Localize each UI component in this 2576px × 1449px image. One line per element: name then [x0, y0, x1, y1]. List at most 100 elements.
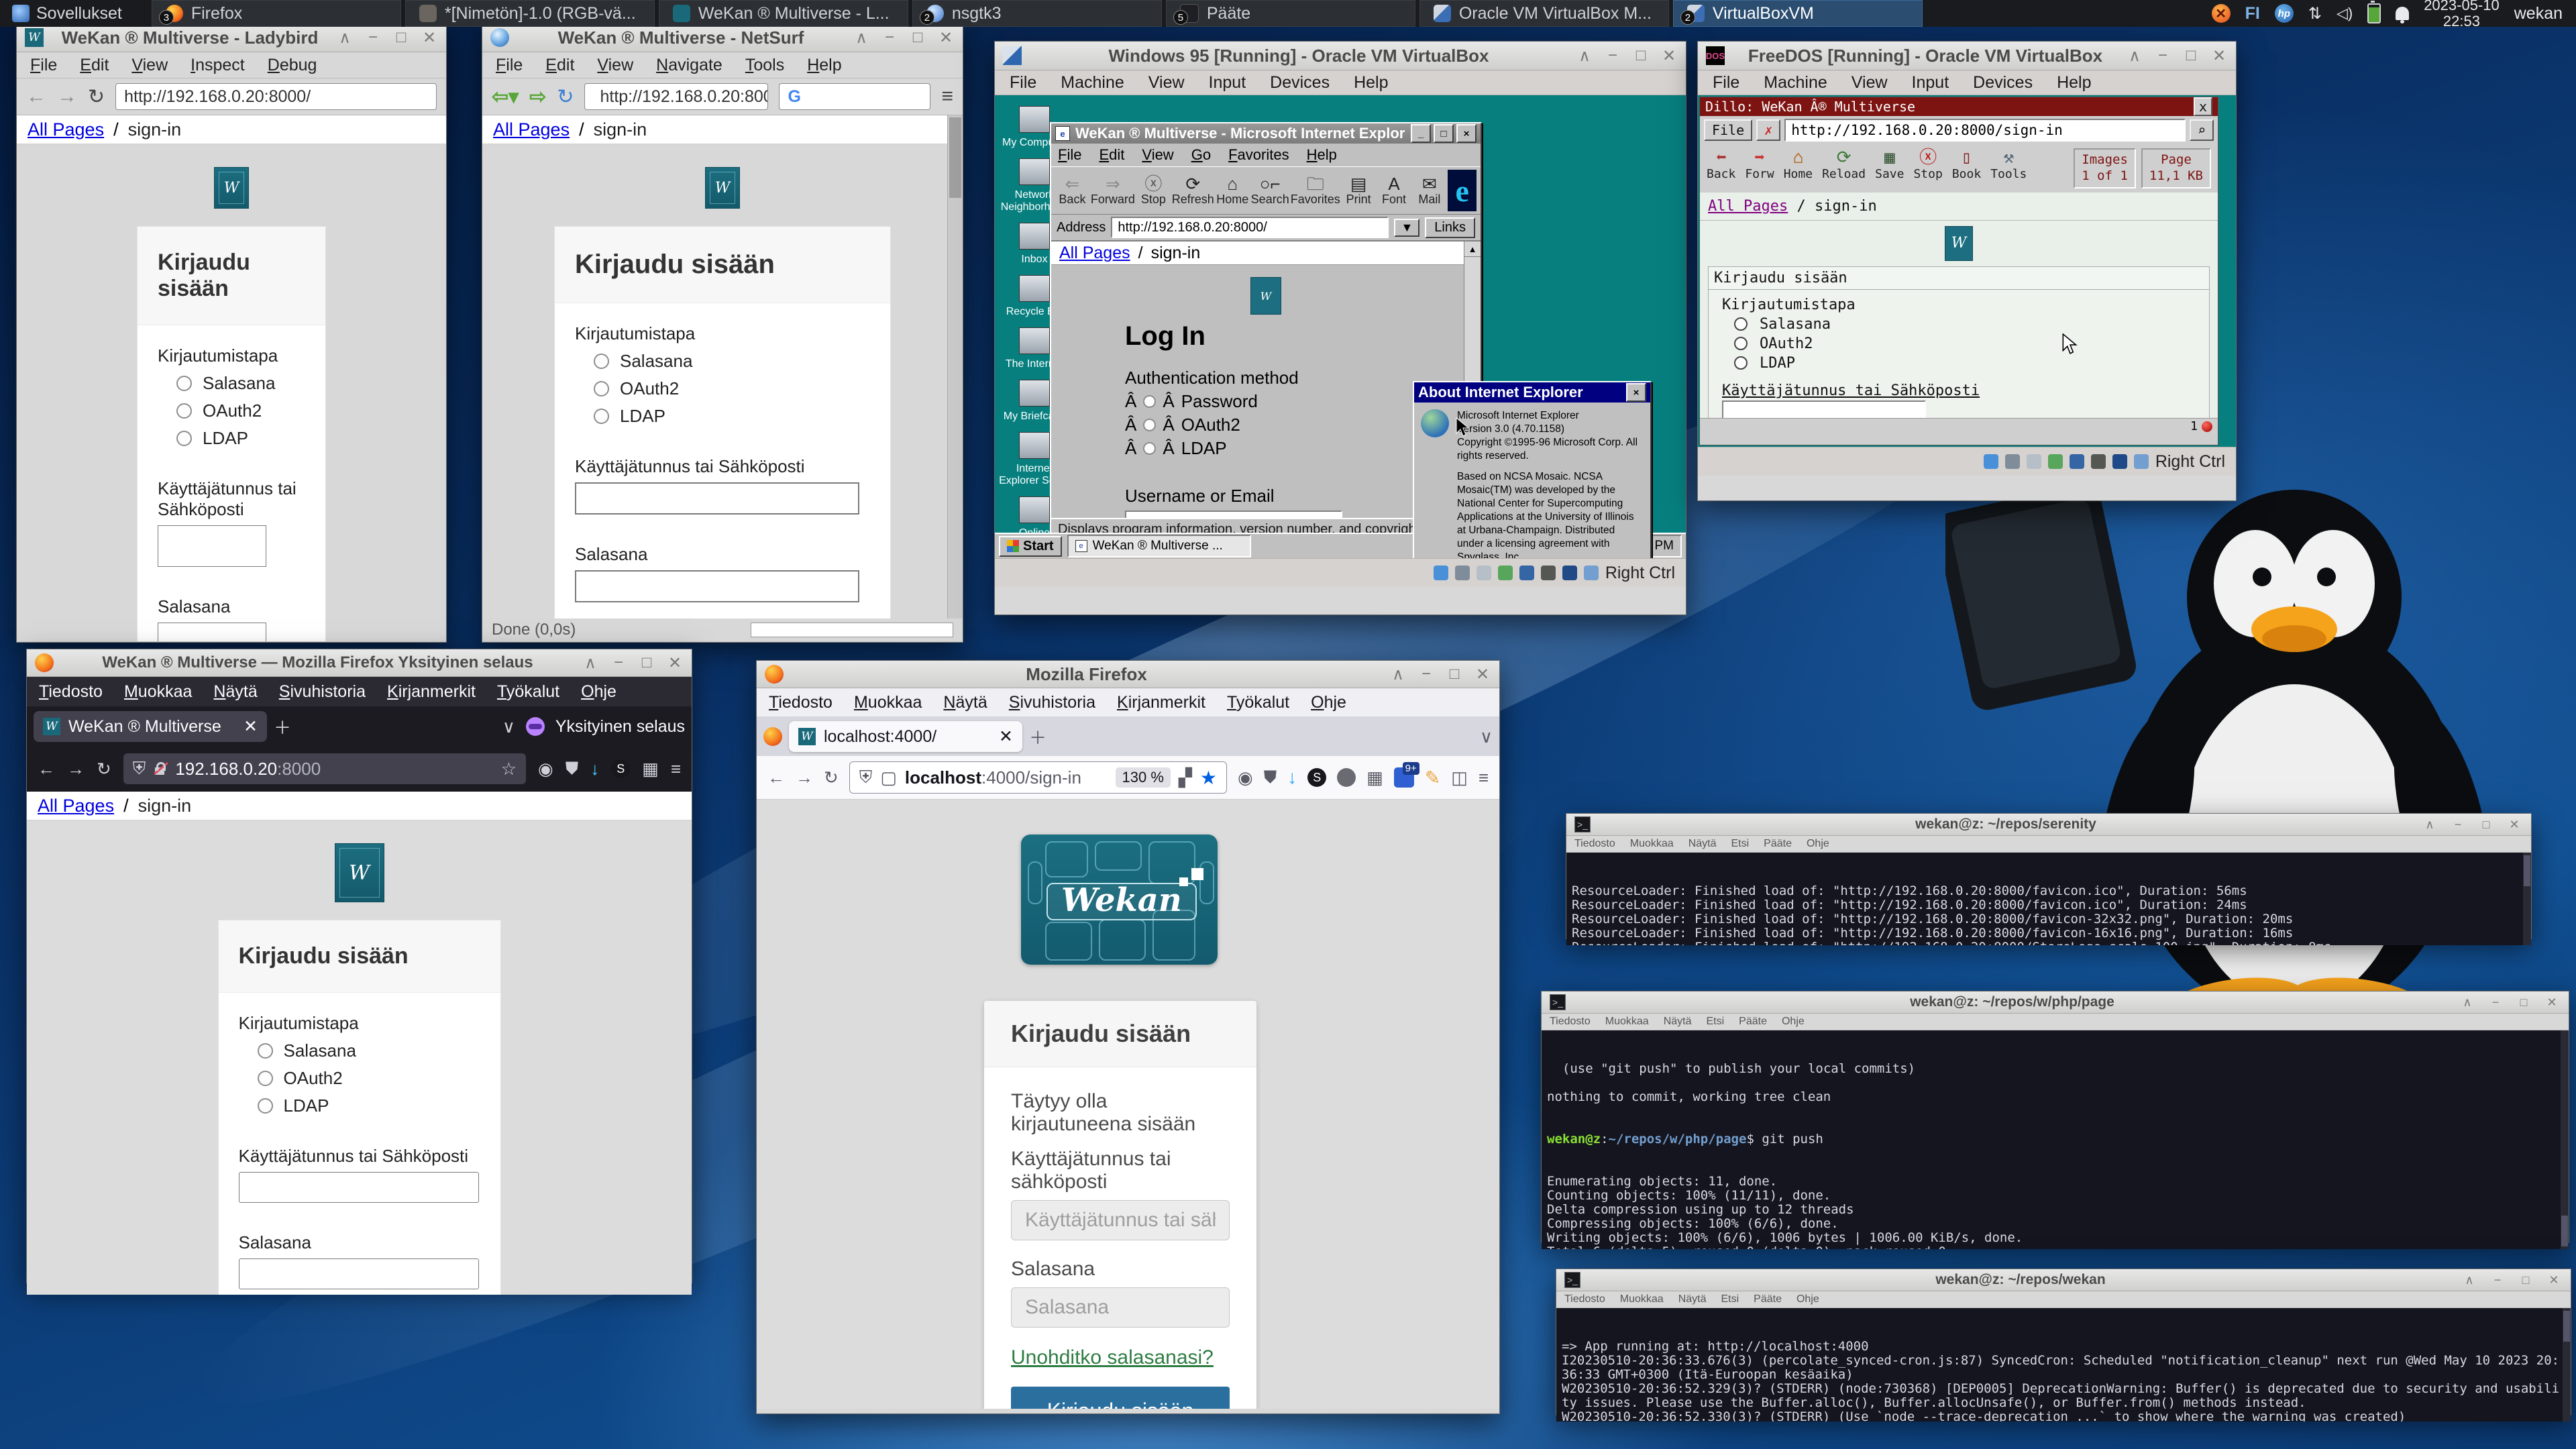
freedos-vm-screen[interactable]: Dillo: WeKan Â® Multiverse x File ✗ http…	[1698, 95, 2236, 447]
menu-item[interactable]: Ohje	[1782, 1016, 1805, 1028]
username-input[interactable]	[158, 525, 266, 567]
minimize-button[interactable]: −	[364, 28, 382, 48]
tab-close-icon[interactable]: ✕	[999, 727, 1013, 747]
menu-item[interactable]: Etsi	[1707, 1016, 1725, 1028]
password-input[interactable]	[239, 1258, 479, 1289]
radio-icon[interactable]	[1734, 356, 1748, 370]
tools-button[interactable]: ⚒Tools	[1990, 148, 2027, 180]
close-button[interactable]: ✕	[2543, 996, 2561, 1010]
firefox-app-icon[interactable]	[763, 727, 782, 746]
download-icon[interactable]: ↓	[590, 759, 599, 780]
menu-item[interactable]: Devices	[1973, 73, 2033, 93]
menu-item[interactable]: View	[597, 56, 633, 75]
menu-item[interactable]: Sivuhistoria	[279, 682, 366, 702]
taskbar-window-button[interactable]: *[Nimetön]-1.0 (RGB-vä...	[405, 0, 655, 27]
radio-icon[interactable]	[1734, 337, 1748, 350]
menu-item[interactable]: Sivuhistoria	[1009, 693, 1095, 712]
scrollbar[interactable]	[2563, 1308, 2571, 1421]
reload-icon[interactable]: ↻	[97, 759, 111, 780]
menu-item[interactable]: Pääte	[1764, 838, 1792, 850]
username-input[interactable]	[1011, 1200, 1230, 1240]
username-input[interactable]	[239, 1172, 479, 1203]
menu-item[interactable]: Työkalut	[497, 682, 559, 702]
close-button[interactable]: x	[2194, 97, 2212, 116]
menu-item[interactable]: Muokkaa	[1620, 1293, 1664, 1305]
home-button[interactable]: ⌂Home	[1784, 148, 1813, 180]
bookmark-star-icon[interactable]: ★	[1200, 767, 1217, 789]
terminal-output[interactable]: => App running at: http://localhost:4000…	[1556, 1308, 2571, 1421]
menu-item[interactable]: Debug	[268, 56, 317, 75]
shade-button[interactable]: ∧	[2421, 818, 2438, 832]
radio-icon[interactable]	[176, 431, 192, 446]
print-button[interactable]: ▤Print	[1342, 174, 1376, 207]
dialog-titlebar[interactable]: About Internet Explorer ×	[1414, 382, 1650, 402]
search-button[interactable]: ○⌐Search	[1251, 174, 1289, 207]
radio-icon[interactable]	[1143, 442, 1156, 455]
url-input[interactable]: http://192.168.0.20:8000/	[115, 83, 437, 110]
menu-item[interactable]: Näytä	[1678, 1293, 1707, 1305]
menu-item[interactable]: Tiedosto	[1564, 1293, 1605, 1305]
menu-item[interactable]: Machine	[1764, 73, 1827, 93]
menu-item[interactable]: Tools	[745, 56, 784, 75]
bug-meter-icon[interactable]	[2202, 421, 2212, 432]
menu-item[interactable]: Go	[1191, 146, 1211, 164]
shield-extension-icon[interactable]: ⛊	[1264, 767, 1277, 788]
menu-item[interactable]: Ohje	[1807, 838, 1829, 850]
shade-button[interactable]: ∧	[1576, 46, 1593, 66]
maximize-button[interactable]: □	[909, 28, 926, 48]
radio-icon[interactable]	[258, 1043, 273, 1059]
radio-icon[interactable]	[1143, 395, 1156, 408]
auth-method-option[interactable]: LDAP	[176, 428, 305, 449]
clock[interactable]: 2023-05-10 22:53	[2424, 0, 2500, 30]
menu-item[interactable]: Help	[1354, 73, 1388, 93]
menu-item[interactable]: File	[1010, 73, 1036, 93]
menu-item[interactable]: Muokkaa	[854, 693, 922, 712]
signin-button[interactable]: Kirjaudu sisään	[1011, 1387, 1230, 1409]
menu-item[interactable]: Devices	[1270, 73, 1330, 93]
vbox-titlebar[interactable]: Windows 95 [Running] - Oracle VM Virtual…	[995, 42, 1686, 70]
page-info-icon[interactable]: ▢	[880, 767, 897, 788]
username-input[interactable]	[1722, 400, 1926, 418]
forward-icon[interactable]: →	[796, 767, 813, 788]
shade-button[interactable]: ∧	[336, 28, 354, 48]
minimize-button[interactable]: −	[1604, 46, 1621, 66]
font-button[interactable]: AFont	[1377, 174, 1411, 207]
menu-icon[interactable]: ≡	[941, 85, 953, 108]
menu-item[interactable]: Edit	[80, 56, 109, 75]
taskbar-window-button[interactable]: WeKan ® Multiverse - L...	[659, 0, 908, 27]
url-bar[interactable]: ⛨ ▢ localhost:4000/sign-in 130 % ▞ ★	[849, 761, 1227, 794]
reader-mode-icon[interactable]: ▞	[1179, 767, 1192, 788]
shade-button[interactable]: ∧	[2126, 46, 2143, 66]
password-input[interactable]	[1011, 1287, 1230, 1328]
password-input[interactable]	[575, 570, 859, 602]
ladybird-titlebar[interactable]: W WeKan ® Multiverse - Ladybird ∧−□✕	[17, 23, 446, 52]
menu-item[interactable]: Etsi	[1721, 1293, 1739, 1305]
reload-button[interactable]: ⟳Reload	[1822, 148, 1866, 180]
extensions-puzzle-icon[interactable]: ▦	[642, 759, 659, 780]
minimize-button[interactable]: −	[2449, 818, 2467, 832]
new-tab-button[interactable]: ＋	[274, 714, 291, 739]
new-tab-button[interactable]: ＋	[1029, 724, 1046, 749]
zoom-level-badge[interactable]: 130 %	[1116, 767, 1171, 788]
netsurf-titlebar[interactable]: WeKan ® Multiverse - NetSurf ∧−□✕	[482, 23, 963, 52]
menu-item[interactable]: Muokkaa	[124, 682, 192, 702]
all-pages-link[interactable]: All Pages	[493, 119, 570, 140]
links-button[interactable]: Links	[1425, 217, 1475, 238]
stop-button[interactable]: ⓧStop	[1136, 174, 1171, 207]
list-tabs-chevron-icon[interactable]: ∨	[1480, 727, 1493, 747]
maximize-button[interactable]: □	[2517, 1273, 2534, 1287]
close-button[interactable]: ×	[1456, 124, 1477, 143]
url-input[interactable]: http://192.168.0.20:8000/	[584, 83, 768, 110]
taskbar-task-button[interactable]: e WeKan ® Multiverse ...	[1067, 535, 1251, 557]
notification-app-icon[interactable]: ✕	[2212, 4, 2231, 23]
auth-method-option[interactable]: LDAP	[258, 1095, 480, 1116]
radio-icon[interactable]	[594, 381, 609, 396]
minimize-button[interactable]: −	[2489, 1273, 2506, 1287]
tab-close-icon[interactable]: ✕	[244, 716, 258, 737]
menu-icon[interactable]: ≡	[671, 759, 681, 780]
terminal-output[interactable]: ResourceLoader: Finished load of: "http:…	[1566, 853, 2531, 945]
radio-icon[interactable]	[594, 409, 609, 424]
radio-icon[interactable]	[594, 354, 609, 369]
favorites-button[interactable]: 🗀Favorites	[1291, 174, 1340, 207]
shade-button[interactable]: ∧	[853, 28, 870, 48]
